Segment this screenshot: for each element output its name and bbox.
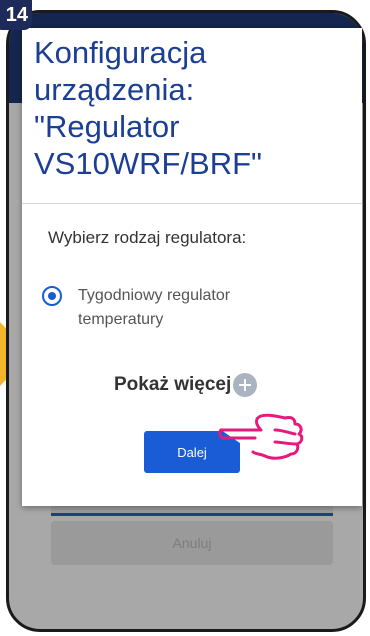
radio-option-weekly-regulator[interactable]: Tygodniowy regulator temperatury <box>42 284 342 340</box>
dialog-title: Konfiguracja urządzenia: "Regulator VS10… <box>34 35 263 181</box>
show-more-label: Pokaż więcej <box>114 374 232 395</box>
pointing-hand-icon <box>218 413 304 460</box>
radio-button[interactable] <box>42 286 62 306</box>
dialog-divider <box>22 203 362 204</box>
step-number-badge: 14 <box>0 0 32 30</box>
cancel-button: Anuluj <box>51 521 333 565</box>
radio-selected-dot <box>48 292 56 300</box>
regulator-type-prompt: Wybierz rodzaj regulatora: <box>48 228 247 247</box>
radio-option-label: Tygodniowy regulator temperatury <box>78 287 231 328</box>
